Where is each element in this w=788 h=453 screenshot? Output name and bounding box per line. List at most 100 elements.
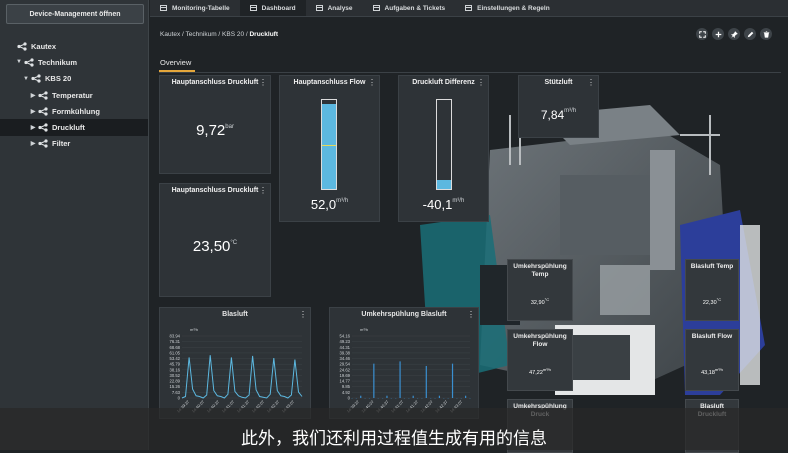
- breadcrumb: Kautex / Technikum / KBS 20 / Druckluft: [160, 31, 278, 38]
- expand-icon[interactable]: [696, 28, 708, 40]
- y-tick-label: 49.23: [340, 339, 351, 344]
- bar: [386, 396, 387, 398]
- bar: [360, 396, 361, 398]
- card-value: 7,84m³/h: [519, 106, 598, 124]
- tree-item-kbs-20[interactable]: ▼ KBS 20: [0, 71, 148, 87]
- tab-settings[interactable]: Einstellungen & Regeln: [455, 0, 560, 16]
- bar: [452, 364, 453, 398]
- y-tick-label: 30.52: [170, 373, 181, 378]
- bar: [426, 366, 427, 398]
- settings-icon: [465, 5, 472, 11]
- y-tick-label: 0: [348, 396, 351, 401]
- y-tick-label: 68.68: [170, 345, 181, 350]
- tree-item-filter[interactable]: ▶ Filter: [0, 136, 148, 152]
- card-title: Druckluft Differenz: [399, 79, 488, 86]
- tree-item-temperatur[interactable]: ▶ Temperatur: [0, 87, 148, 103]
- chevron-down-icon[interactable]: ▼: [22, 76, 30, 82]
- chevron-right-icon[interactable]: ▶: [29, 108, 37, 115]
- card-hauptanschluss-druckluft: Hauptanschluss Druckluft ⋮ 9,72bar: [159, 75, 271, 174]
- tasks-icon: [373, 5, 380, 11]
- tab-table[interactable]: Monitoring-Tabelle: [150, 0, 240, 16]
- chart-card-umkehrspuehlung-blasluft: Umkehrspühlung Blasluft ⋮ m³/h54.1649.23…: [329, 307, 479, 419]
- tree-item-technikum[interactable]: ▼ Technikum: [0, 54, 148, 70]
- video-subtitle-text: 此外，我们还利用过程值生成有用的信息: [0, 424, 788, 449]
- kebab-menu-icon[interactable]: ⋮: [477, 78, 485, 87]
- tree-item-formkühlung[interactable]: ▶ Formkühlung: [0, 103, 148, 119]
- flow-gauge-fill: [322, 104, 336, 189]
- machine-value-card[interactable]: Blasluft Flow43,18m³/h: [685, 329, 739, 391]
- sidebar: Device-Management öffnen Kautex ▼ Techniku…: [0, 0, 149, 450]
- machine-card-value: 22,30°C: [686, 297, 738, 306]
- dashboard-icon: [250, 5, 257, 11]
- tree-item-kautex[interactable]: Kautex: [0, 38, 148, 54]
- y-tick-label: 9.85: [342, 384, 351, 389]
- card-value: -40,1m³/h: [399, 196, 488, 214]
- y-tick-label: 45.79: [170, 362, 181, 367]
- machine-value-card[interactable]: Blasluft Temp 22,30°C: [685, 259, 739, 321]
- edit-icon[interactable]: [744, 28, 756, 40]
- y-tick-label: 22.89: [170, 379, 181, 384]
- tab-label: Analyse: [328, 5, 353, 12]
- tree-item-label: KBS 20: [45, 74, 71, 83]
- tab-overview[interactable]: Overview: [160, 58, 191, 67]
- card-hauptanschluss-flow: Hauptanschluss Flow ⋮ 52,0m³/h: [279, 75, 380, 222]
- chevron-down-icon[interactable]: ▼: [15, 59, 23, 65]
- y-axis-unit-label: m³/h: [190, 327, 198, 332]
- kebab-menu-icon[interactable]: ⋮: [368, 78, 376, 87]
- trash-icon[interactable]: [760, 28, 772, 40]
- machine-value-card[interactable]: Umkehrspühlung Flow47,22m³/h: [507, 329, 573, 391]
- chart-card-blasluft: Blasluft ⋮ m³/h83.9476.3168.6861.0553.42…: [159, 307, 311, 419]
- machine-card-title: Umkehrspühlung Flow: [508, 333, 572, 349]
- machine-card-title: Blasluft Flow: [686, 333, 738, 341]
- tab-chart[interactable]: Analyse: [306, 0, 363, 16]
- y-tick-label: 83.94: [170, 334, 181, 339]
- y-tick-label: 7.63: [172, 390, 181, 395]
- kebab-menu-icon[interactable]: ⋮: [587, 78, 595, 87]
- machine-card-title: Umkehrspühlung Temp: [508, 263, 572, 279]
- tab-tasks[interactable]: Aufgaben & Tickets: [363, 0, 456, 16]
- asset-tree: Kautex ▼ Technikum ▼ KBS 20 ▶ Temperatur ▶ Formk…: [0, 38, 148, 152]
- tree-item-label: Kautex: [31, 42, 56, 51]
- top-tab-bar: Monitoring-Tabelle Dashboard Analyse Aufgab…: [150, 0, 788, 17]
- chevron-right-icon[interactable]: ▶: [29, 140, 37, 147]
- y-tick-label: 19.69: [340, 373, 351, 378]
- tab-dashboard[interactable]: Dashboard: [240, 0, 306, 16]
- chevron-right-icon[interactable]: ▶: [29, 92, 37, 99]
- tree-item-label: Formkühlung: [52, 107, 100, 116]
- card-title: Hauptanschluss Flow: [280, 79, 379, 86]
- bar: [413, 396, 414, 398]
- card-value: 52,0m³/h: [280, 196, 379, 214]
- machine-value-card[interactable]: Umkehrspühlung Temp32,90°C: [507, 259, 573, 321]
- chevron-right-icon[interactable]: ▶: [29, 124, 37, 131]
- pin-icon[interactable]: [728, 28, 740, 40]
- y-tick-label: 24.62: [340, 367, 351, 372]
- breadcrumb-path[interactable]: Kautex / Technikum / KBS 20 /: [160, 31, 249, 38]
- umkehrspuehlung-chart: m³/h54.1649.2344.3139.3834.4629.5424.621…: [330, 308, 478, 418]
- tree-item-label: Filter: [52, 139, 70, 148]
- hierarchy-node-icon: [37, 123, 49, 133]
- hierarchy-node-icon: [30, 74, 42, 84]
- y-tick-label: 34.46: [340, 356, 351, 361]
- hierarchy-node-icon: [37, 106, 49, 116]
- blasluft-chart: m³/h83.9476.3168.6861.0553.4245.7938.163…: [160, 308, 310, 418]
- device-management-button[interactable]: Device-Management öffnen: [6, 4, 144, 24]
- table-icon: [160, 5, 167, 11]
- hierarchy-node-icon: [37, 139, 49, 149]
- tree-item-label: Druckluft: [52, 123, 85, 132]
- y-tick-label: 76.31: [170, 339, 181, 344]
- tree-item-label: Temperatur: [52, 91, 93, 100]
- y-tick-label: 15.26: [170, 384, 181, 389]
- series-line: [182, 355, 302, 398]
- card-title: Hauptanschluss Druckluft: [160, 79, 270, 86]
- tab-label: Dashboard: [262, 5, 296, 12]
- kebab-menu-icon[interactable]: ⋮: [259, 186, 267, 195]
- machine-card-title: Blasluft Temp: [686, 263, 738, 271]
- card-title: Hauptanschluss Druckluft: [160, 187, 270, 194]
- card-stuetzluft: Stützluft ⋮ 7,84m³/h: [518, 75, 599, 138]
- kebab-menu-icon[interactable]: ⋮: [259, 78, 267, 87]
- hierarchy-node-icon: [37, 90, 49, 100]
- card-hauptanschluss-temperatur: Hauptanschluss Druckluft ⋮ 23,50°C: [159, 183, 271, 297]
- tree-item-label: Technikum: [38, 58, 77, 67]
- plus-icon[interactable]: [712, 28, 724, 40]
- tree-item-druckluft[interactable]: ▶ Druckluft: [0, 119, 148, 135]
